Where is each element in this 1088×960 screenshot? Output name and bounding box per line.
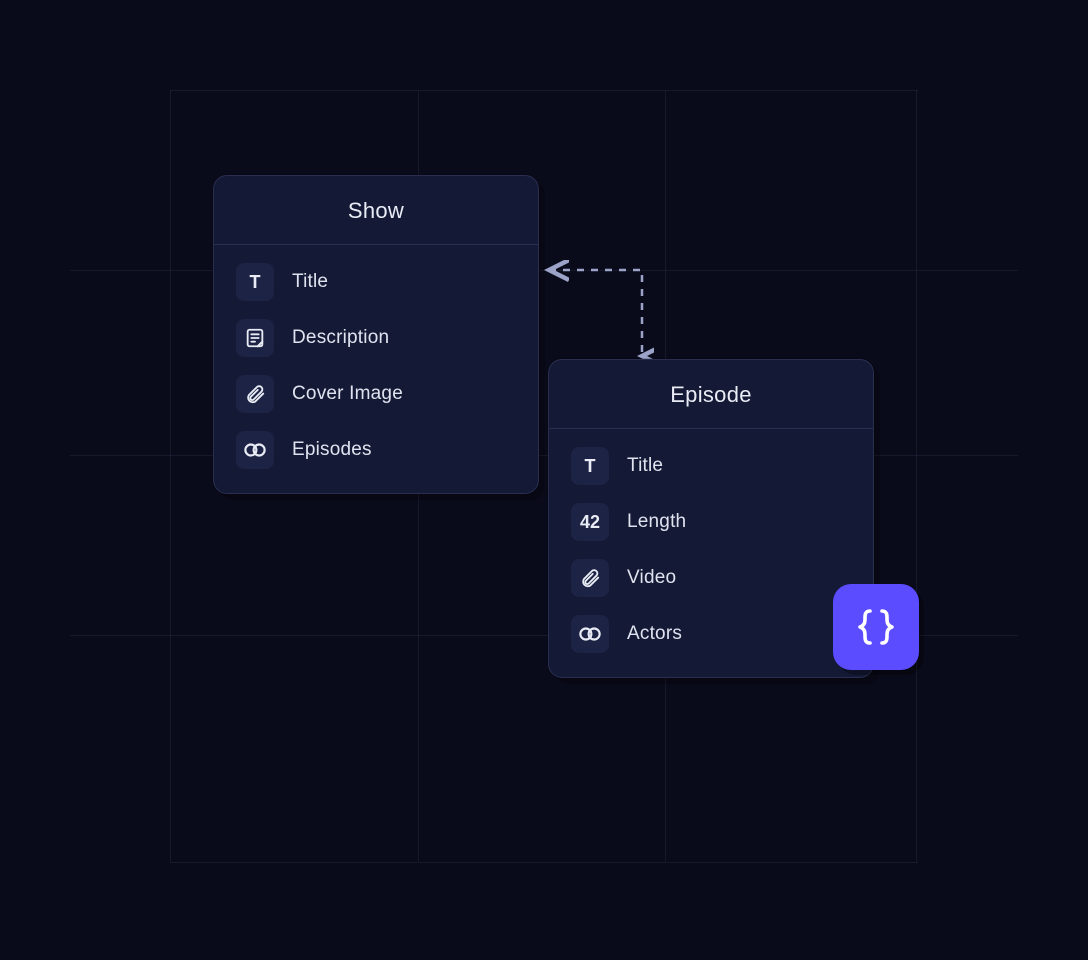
attachment-icon xyxy=(571,559,609,597)
entity-card-episode: Episode T Title 42 Length Video xyxy=(548,359,874,678)
field-label: Actors xyxy=(627,623,682,645)
field-label: Video xyxy=(627,567,676,589)
field-row: Actors xyxy=(571,615,851,653)
card-body: T Title Description Cov xyxy=(214,245,538,493)
card-header: Show xyxy=(214,176,538,245)
background-grid xyxy=(0,0,1088,960)
link-icon xyxy=(571,615,609,653)
field-label: Description xyxy=(292,327,389,349)
field-row: Video xyxy=(571,559,851,597)
field-row: Cover Image xyxy=(236,375,516,413)
card-title: Show xyxy=(214,198,538,224)
card-title: Episode xyxy=(549,382,873,408)
field-row: Description xyxy=(236,319,516,357)
card-body: T Title 42 Length Video xyxy=(549,429,873,677)
relation-connector xyxy=(539,260,654,370)
attachment-icon xyxy=(236,375,274,413)
link-icon xyxy=(236,431,274,469)
field-label: Length xyxy=(627,511,686,533)
text-icon: T xyxy=(236,263,274,301)
field-label: Episodes xyxy=(292,439,372,461)
field-label: Title xyxy=(627,455,663,477)
description-icon xyxy=(236,319,274,357)
card-header: Episode xyxy=(549,360,873,429)
field-label: Cover Image xyxy=(292,383,403,405)
entity-card-show: Show T Title Description xyxy=(213,175,539,494)
field-row: T Title xyxy=(236,263,516,301)
text-icon: T xyxy=(571,447,609,485)
json-badge xyxy=(833,584,919,670)
field-row: T Title xyxy=(571,447,851,485)
number-icon: 42 xyxy=(571,503,609,541)
field-row: 42 Length xyxy=(571,503,851,541)
field-row: Episodes xyxy=(236,431,516,469)
field-label: Title xyxy=(292,271,328,293)
braces-icon xyxy=(852,603,900,651)
